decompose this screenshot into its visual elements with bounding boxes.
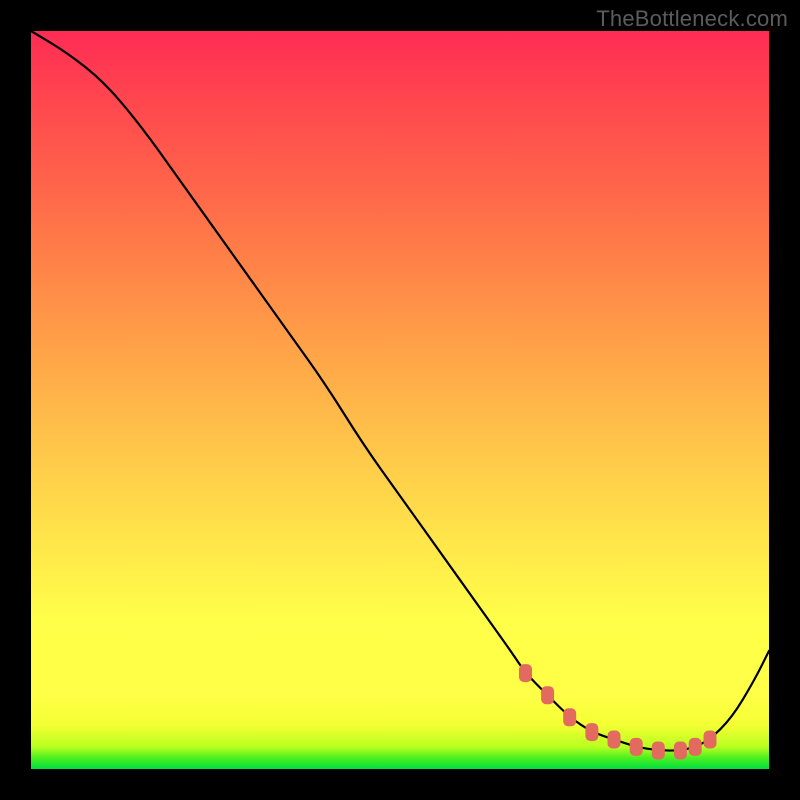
watermark-label: TheBottleneck.com: [596, 6, 788, 32]
chart-frame: TheBottleneck.com: [0, 0, 800, 800]
plot-area: [31, 31, 769, 769]
